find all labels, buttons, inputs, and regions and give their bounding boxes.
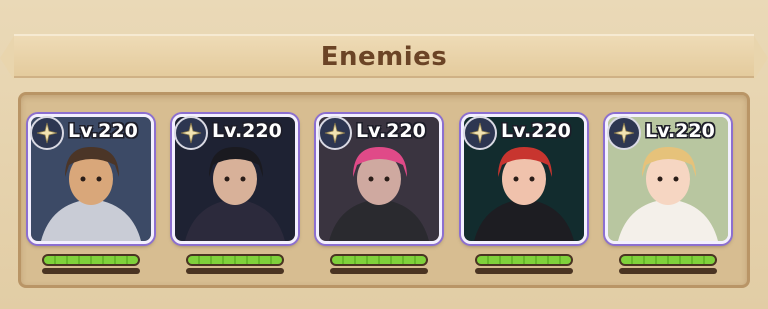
- star-icon: [463, 116, 497, 150]
- level-label: Lv.220: [645, 120, 715, 142]
- level-badge: Lv.220: [463, 116, 583, 150]
- energy-bar: [475, 268, 573, 274]
- banner-left-arrow: [0, 36, 14, 80]
- hp-bar: [330, 254, 428, 266]
- hp-bar-fill: [477, 256, 571, 264]
- level-badge: Lv.220: [607, 116, 727, 150]
- page-title: Enemies: [320, 42, 448, 72]
- enemy-card[interactable]: Lv.220: [461, 114, 587, 244]
- banner-right-arrow: [754, 36, 768, 80]
- level-label: Lv.220: [212, 120, 282, 142]
- hp-bar-fill: [621, 256, 715, 264]
- hp-bar: [475, 254, 573, 266]
- enemy-card[interactable]: Lv.220: [605, 114, 731, 244]
- hp-bar-fill: [188, 256, 282, 264]
- star-icon: [607, 116, 641, 150]
- level-badge: Lv.220: [174, 116, 294, 150]
- enemy-card[interactable]: Lv.220: [172, 114, 298, 244]
- hp-bar: [619, 254, 717, 266]
- hp-bar: [186, 254, 284, 266]
- energy-bar: [330, 268, 428, 274]
- level-badge: Lv.220: [30, 116, 150, 150]
- level-badge: Lv.220: [318, 116, 438, 150]
- star-icon: [174, 116, 208, 150]
- hp-bar-fill: [332, 256, 426, 264]
- enemy-card[interactable]: Lv.220: [28, 114, 154, 244]
- level-label: Lv.220: [68, 120, 138, 142]
- energy-bar: [619, 268, 717, 274]
- hp-bar-fill: [44, 256, 138, 264]
- header-banner: Enemies: [0, 34, 768, 80]
- level-label: Lv.220: [501, 120, 571, 142]
- hp-bar: [42, 254, 140, 266]
- level-label: Lv.220: [356, 120, 426, 142]
- energy-bar: [186, 268, 284, 274]
- enemy-card[interactable]: Lv.220: [316, 114, 442, 244]
- energy-bar: [42, 268, 140, 274]
- star-icon: [30, 116, 64, 150]
- star-icon: [318, 116, 352, 150]
